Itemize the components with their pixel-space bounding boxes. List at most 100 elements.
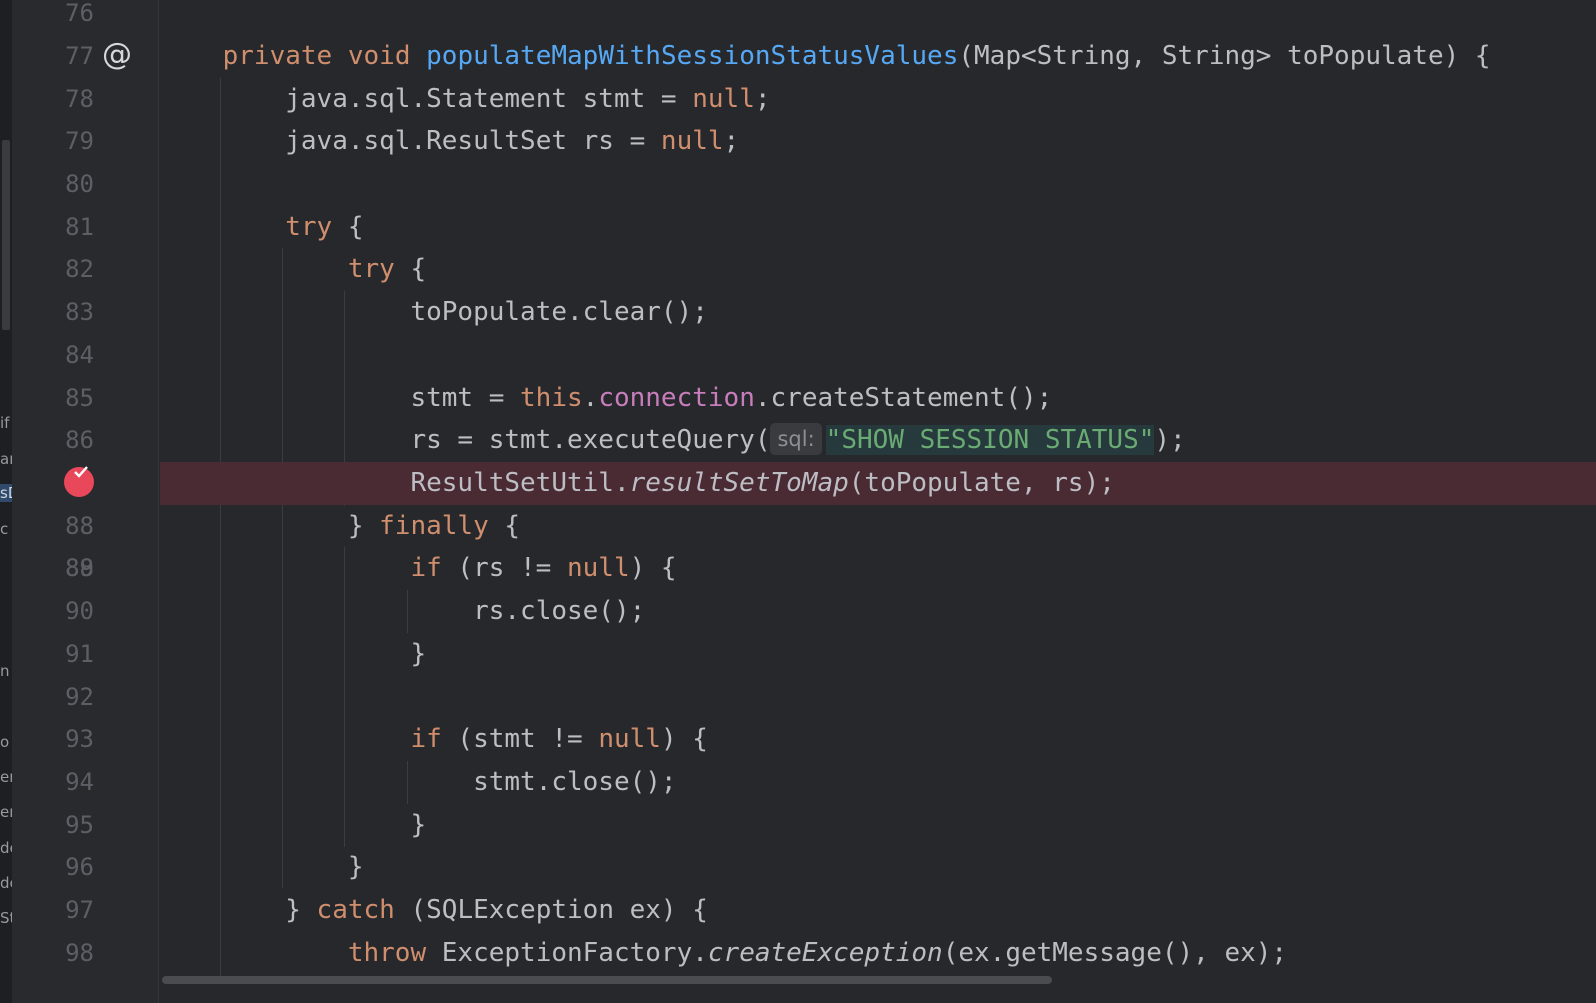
code-text: ResultSetUtil. bbox=[410, 468, 630, 498]
code-text: toPopulate.clear(); bbox=[410, 297, 708, 327]
code-text: } bbox=[347, 511, 380, 541]
code-text: (toPopulate, rs); bbox=[848, 468, 1115, 498]
keyword: finally bbox=[379, 511, 489, 541]
code-text: . bbox=[582, 383, 599, 413]
field-name: connection bbox=[598, 383, 755, 413]
code-line-86[interactable]: rs = stmt.executeQuery(sql: "SHOW SESSION… bbox=[160, 419, 1596, 462]
code-text: rs.close(); bbox=[473, 596, 646, 626]
code-text: (ex.getMessage(), ex); bbox=[942, 938, 1288, 968]
keyword: try bbox=[285, 212, 333, 242]
code-text: ) { bbox=[660, 724, 708, 754]
keyword: if bbox=[410, 553, 442, 583]
code-line-85[interactable]: stmt = this.connection.createStatement()… bbox=[160, 377, 1596, 420]
code-line-81[interactable]: try { bbox=[160, 206, 1596, 249]
panel-text-fragment[interactable]: er bbox=[0, 768, 12, 786]
line-number[interactable]: 91 bbox=[52, 633, 94, 676]
keyword: null bbox=[660, 126, 724, 156]
code-text: (SQLException ex) { bbox=[394, 895, 708, 925]
line-number[interactable]: 92 bbox=[52, 676, 94, 719]
line-number[interactable]: 93 bbox=[52, 718, 94, 761]
panel-text-fragment[interactable]: ar bbox=[0, 450, 12, 468]
code-text: rs = stmt.executeQuery( bbox=[410, 425, 771, 455]
code-text: (stmt != bbox=[441, 724, 599, 754]
panel-text-fragment[interactable]: er bbox=[0, 803, 12, 821]
line-number[interactable]: 79 bbox=[52, 120, 94, 163]
code-text: } bbox=[285, 895, 317, 925]
panel-text-fragment[interactable]: n bbox=[0, 662, 12, 680]
keyword: void bbox=[347, 41, 411, 71]
code-text: ; bbox=[723, 126, 740, 156]
code-text: ; bbox=[754, 84, 771, 114]
line-number[interactable]: 95 bbox=[52, 804, 94, 847]
line-number[interactable]: 76 bbox=[52, 0, 94, 35]
breakpoint-verified-icon[interactable] bbox=[64, 466, 94, 497]
code-line-79[interactable]: java.sql.ResultSet rs = null; bbox=[160, 120, 1596, 163]
panel-text-fragment-selected[interactable]: sD bbox=[0, 484, 12, 502]
code-line-91[interactable]: } bbox=[160, 633, 1596, 676]
string-literal: "SHOW SESSION STATUS" bbox=[825, 425, 1155, 455]
line-number[interactable]: 96 bbox=[52, 846, 94, 889]
code-text: ExceptionFactory. bbox=[426, 938, 708, 968]
code-line-96[interactable]: } bbox=[160, 846, 1596, 889]
line-number[interactable]: 88 bbox=[52, 505, 94, 548]
code-line-97[interactable]: } catch (SQLException ex) { bbox=[160, 889, 1596, 932]
code-text: stmt.close(); bbox=[473, 767, 677, 797]
code-line-94[interactable]: stmt.close(); bbox=[160, 761, 1596, 804]
code-text: { bbox=[488, 511, 521, 541]
code-line-87-breakpoint[interactable]: ResultSetUtil.resultSetToMap(toPopulate,… bbox=[160, 462, 1596, 505]
panel-text-fragment[interactable]: o bbox=[0, 733, 12, 751]
keyword: this bbox=[520, 383, 583, 413]
code-line-82[interactable]: try { bbox=[160, 248, 1596, 291]
code-line-83[interactable]: toPopulate.clear(); bbox=[160, 291, 1596, 334]
code-line-98[interactable]: throw ExceptionFactory.createException(e… bbox=[160, 932, 1596, 975]
code-text: (rs != bbox=[441, 553, 567, 583]
keyword: catch bbox=[316, 895, 395, 925]
line-number[interactable]: 80 bbox=[52, 163, 94, 206]
line-number[interactable]: 86 bbox=[52, 419, 94, 462]
panel-text-fragment[interactable]: de bbox=[0, 839, 12, 857]
panel-text-fragment[interactable]: de bbox=[0, 874, 12, 892]
line-number[interactable]: 78 bbox=[52, 78, 94, 121]
keyword: null bbox=[692, 84, 755, 114]
code-text: .createStatement(); bbox=[754, 383, 1053, 413]
code-text: { bbox=[332, 212, 364, 242]
editor-gutter[interactable]: 76 77 78 79 80 81 82 83 84 85 86 88 88 8… bbox=[12, 0, 158, 1003]
code-text: } bbox=[410, 810, 427, 840]
line-number[interactable]: 84 bbox=[52, 334, 94, 377]
code-line-90[interactable]: rs.close(); bbox=[160, 590, 1596, 633]
code-line-88[interactable]: } finally { bbox=[160, 505, 1596, 548]
line-number[interactable]: 83 bbox=[52, 291, 94, 334]
keyword: null bbox=[598, 724, 661, 754]
code-line-78[interactable]: java.sql.Statement stmt = null; bbox=[160, 78, 1596, 121]
panel-scrollbar-thumb[interactable] bbox=[2, 140, 10, 330]
code-text: } bbox=[347, 852, 364, 882]
line-number[interactable]: 81 bbox=[52, 206, 94, 249]
keyword: try bbox=[347, 254, 395, 284]
project-panel-edge: if ar sD c n o er er de de St bbox=[0, 0, 12, 1003]
code-line-95[interactable]: } bbox=[160, 804, 1596, 847]
line-number[interactable]: 77 bbox=[52, 35, 94, 78]
code-text: ); bbox=[1154, 425, 1186, 455]
line-number[interactable]: 85 bbox=[52, 377, 94, 420]
code-text: java.sql.Statement stmt = bbox=[285, 84, 693, 114]
horizontal-scrollbar-thumb[interactable] bbox=[162, 976, 1052, 984]
line-number[interactable]: 89 bbox=[52, 547, 94, 590]
panel-text-fragment[interactable]: St bbox=[0, 909, 12, 927]
keyword: throw bbox=[347, 938, 427, 968]
line-number[interactable]: 90 bbox=[52, 590, 94, 633]
line-number[interactable]: 82 bbox=[52, 248, 94, 291]
code-line-93[interactable]: if (stmt != null) { bbox=[160, 718, 1596, 761]
override-method-icon[interactable]: @ bbox=[100, 38, 134, 72]
line-number[interactable]: 94 bbox=[52, 761, 94, 804]
keyword: if bbox=[410, 724, 442, 754]
code-line-77[interactable]: private void populateMapWithSessionStatu… bbox=[160, 35, 1596, 78]
code-text: stmt = bbox=[410, 383, 521, 413]
gutter-divider bbox=[158, 0, 159, 1003]
static-method-name: createException bbox=[707, 938, 943, 968]
line-number[interactable]: 98 bbox=[52, 932, 94, 975]
panel-text-fragment[interactable]: if bbox=[0, 414, 12, 432]
code-line-89[interactable]: if (rs != null) { bbox=[160, 547, 1596, 590]
code-text: { bbox=[394, 254, 427, 284]
panel-text-fragment[interactable]: c bbox=[0, 520, 12, 538]
line-number[interactable]: 97 bbox=[52, 889, 94, 932]
